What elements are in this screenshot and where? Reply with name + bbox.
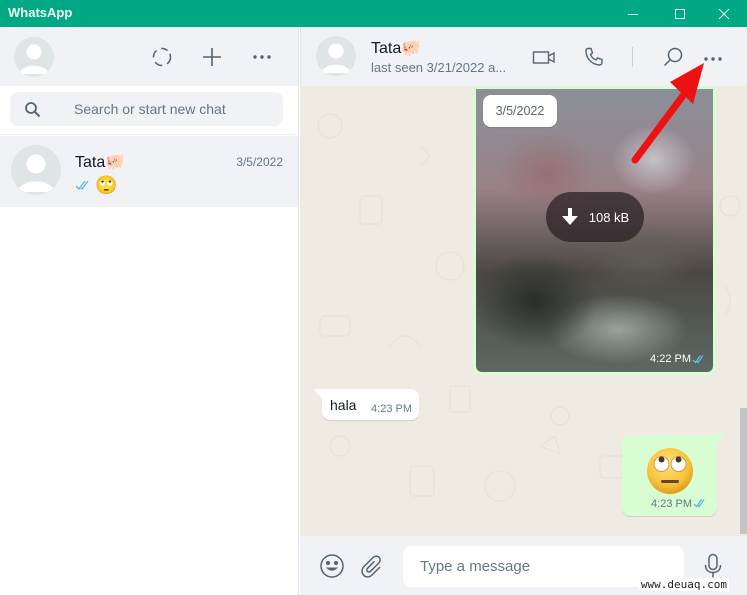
new-chat-button[interactable] [197,42,227,72]
sidebar: Tata🐖 3/5/2022 🙄 [0,27,299,595]
voice-message-button[interactable] [698,551,728,581]
chat-list-item[interactable]: Tata🐖 3/5/2022 🙄 [0,136,298,207]
image-message[interactable]: 108 kB 4:22 PM [473,86,716,375]
close-button[interactable] [701,0,747,27]
download-size: 108 kB [588,209,630,225]
bubble-tail [314,389,322,399]
blurred-image-preview[interactable]: 108 kB 4:22 PM [476,89,713,372]
minimize-icon [628,13,638,15]
video-call-button[interactable] [529,42,559,72]
contact-name[interactable]: Tata🐖 [371,38,421,58]
message-time: 4:23 PM [371,403,412,415]
incoming-message[interactable]: hala 4:23 PM [314,389,419,420]
download-button[interactable]: 108 kB [546,192,644,242]
profile-avatar[interactable] [14,37,54,77]
message-text: hala [330,397,357,413]
search-section [0,86,298,135]
face-with-rolling-eyes-emoji [647,448,693,494]
emoji-icon [320,554,344,578]
search-box [10,92,283,126]
app-title: WhatsApp [8,5,73,20]
contact-avatar[interactable] [316,36,356,76]
date-chip: 3/5/2022 [483,95,557,127]
chat-menu-button[interactable] [698,42,728,72]
voice-call-button[interactable] [579,42,609,72]
chat-date: 3/5/2022 [236,155,283,169]
chat-avatar [11,145,61,195]
status-button[interactable] [147,42,177,72]
more-horizontal-icon [704,57,722,61]
contact-last-seen: last seen 3/21/2022 a... [371,60,507,75]
message-time: 4:23 PM [651,498,692,510]
message-list: 108 kB 4:22 PM 3/5/2022 hala 4:23 PM 4:2… [300,86,747,536]
plus-icon [203,48,221,66]
maximize-button[interactable] [657,0,703,27]
search-icon [25,102,41,118]
chat-search-button[interactable] [658,42,688,72]
default-avatar-icon [17,154,55,192]
emoji-button[interactable] [317,551,347,581]
sidebar-header [0,27,298,86]
double-check-icon [692,355,704,364]
sidebar-menu-button[interactable] [247,42,277,72]
default-avatar-icon [321,43,351,73]
header-divider [632,47,633,67]
video-camera-icon [532,51,555,64]
minimize-button[interactable] [610,0,656,27]
message-time: 4:22 PM [650,353,691,365]
close-icon [718,8,730,19]
chat-panel: Tata🐖 last seen 3/21/2022 a... 108 kB 4:… [300,27,747,595]
chat-name: Tata🐖 [75,154,126,171]
message-list-scrollbar[interactable] [740,408,747,534]
status-icon [152,47,172,67]
bubble-tail [717,435,725,445]
double-check-icon [75,180,89,190]
more-horizontal-icon [253,55,271,59]
search-input[interactable] [74,92,274,126]
chat-preview: 🙄 [75,175,117,195]
search-icon [663,47,683,67]
double-check-icon [693,499,705,508]
phone-icon [585,47,603,66]
download-arrow-icon [561,208,578,225]
watermark: www.deuaq.com [638,578,729,591]
maximize-icon [675,8,685,19]
chat-header: Tata🐖 last seen 3/21/2022 a... [300,27,747,86]
microphone-icon [704,553,722,578]
outgoing-message[interactable]: 4:23 PM [622,435,725,516]
paperclip-icon [361,555,381,578]
preview-emoji: 🙄 [95,175,118,195]
default-avatar-icon [19,44,49,74]
title-bar: WhatsApp [0,0,747,27]
attach-button[interactable] [358,551,388,581]
